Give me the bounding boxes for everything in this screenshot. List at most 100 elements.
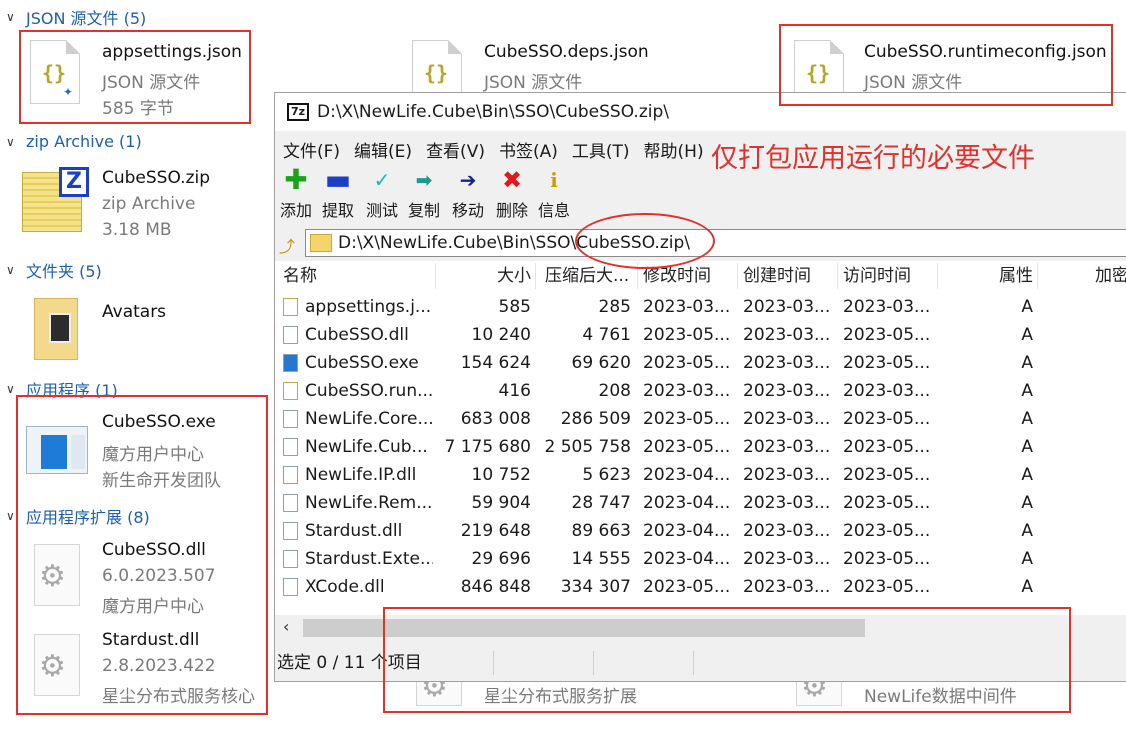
- table-row[interactable]: NewLife.Core... 683 008 286 509 2023-05... 2…: [275, 405, 1126, 433]
- up-folder-icon[interactable]: ⤴: [279, 233, 297, 256]
- cell-created: 2023-03...: [743, 493, 831, 513]
- info-button[interactable]: i 信息: [533, 167, 575, 221]
- group-header-folder[interactable]: ∨ 文件夹 (5): [6, 258, 102, 282]
- dll-file-icon: [283, 550, 298, 568]
- cell-encrypted: -: [1055, 517, 1126, 545]
- cell-attributes: A: [1021, 549, 1033, 569]
- table-row[interactable]: NewLife.IP.dll 10 752 5 623 2023-04... 2023-…: [275, 461, 1126, 489]
- table-row[interactable]: NewLife.Cub... 7 175 680 2 505 758 2023-05.…: [275, 433, 1126, 461]
- highlight-box-exe-dll: [16, 395, 268, 715]
- cell-size: 585: [498, 297, 531, 317]
- table-row[interactable]: XCode.dll 846 848 334 307 2023-05... 2023-03…: [275, 573, 1126, 601]
- table-row[interactable]: CubeSSO.run... 416 208 2023-03... 2023-03...…: [275, 377, 1126, 405]
- delete-button[interactable]: ✖ 删除: [491, 167, 533, 221]
- dll-file-icon: [283, 326, 298, 344]
- menu-view[interactable]: 查看(V): [426, 137, 485, 162]
- cell-name: NewLife.IP.dll: [305, 465, 417, 485]
- cell-created: 2023-03...: [743, 353, 831, 373]
- 7zip-app-icon: 7z: [287, 103, 309, 121]
- cell-modified: 2023-03...: [643, 381, 731, 401]
- cell-packed: 28 747: [571, 493, 631, 513]
- cell-accessed: 2023-05...: [843, 409, 931, 429]
- menu-help[interactable]: 帮助(H): [644, 137, 704, 162]
- annotation-text: 仅打包应用运行的必要文件: [711, 143, 1035, 174]
- cell-created: 2023-03...: [743, 549, 831, 569]
- test-button[interactable]: ✓ 测试: [361, 167, 403, 221]
- cell-modified: 2023-04...: [643, 493, 731, 513]
- cell-packed: 334 307: [560, 577, 631, 597]
- 7zip-window[interactable]: 7z D:\X\NewLife.Cube\Bin\SSO\CubeSSO.zip…: [274, 92, 1126, 682]
- file-type: JSON 源文件: [484, 73, 583, 93]
- table-row[interactable]: Stardust.dll 219 648 89 663 2023-04... 2023-…: [275, 517, 1126, 545]
- group-header-zip[interactable]: ∨ zip Archive (1): [6, 132, 142, 151]
- chevron-down-icon: ∨: [6, 263, 15, 277]
- column-header-encrypted[interactable]: 加密: [1095, 261, 1126, 291]
- cell-size: 416: [498, 381, 531, 401]
- column-header-accessed[interactable]: 访问时间: [843, 261, 911, 291]
- cell-size: 10 240: [471, 325, 531, 345]
- column-header-name[interactable]: 名称: [283, 261, 317, 291]
- table-row[interactable]: Stardust.Exte... 29 696 14 555 2023-04... 20…: [275, 545, 1126, 573]
- column-header-size[interactable]: 大小: [435, 261, 531, 291]
- cell-encrypted: -: [1055, 405, 1126, 433]
- cell-attributes: A: [1021, 297, 1033, 317]
- table-row[interactable]: CubeSSO.dll 10 240 4 761 2023-05... 2023-03.…: [275, 321, 1126, 349]
- json-file-icon: [283, 382, 298, 400]
- move-button[interactable]: ➔ 移动: [447, 167, 489, 221]
- zip-folder-icon: [310, 234, 332, 252]
- cell-name: XCode.dll: [305, 577, 385, 597]
- add-button[interactable]: ✚ 添加: [275, 166, 317, 221]
- cell-packed: 4 761: [582, 325, 631, 345]
- cell-packed: 2 505 758: [544, 437, 631, 457]
- column-header-created[interactable]: 创建时间: [743, 261, 811, 291]
- table-row[interactable]: NewLife.Rem... 59 904 28 747 2023-04... 2023…: [275, 489, 1126, 517]
- dll-file-icon: [283, 410, 298, 428]
- address-field[interactable]: D:\X\NewLife.Cube\Bin\SSO\CubeSSO.zip\: [305, 229, 1126, 257]
- cell-name: Stardust.dll: [305, 521, 403, 541]
- menu-edit[interactable]: 编辑(E): [354, 137, 412, 162]
- dll-file-icon: [283, 578, 298, 596]
- cell-size: 10 752: [471, 465, 531, 485]
- cell-created: 2023-03...: [743, 521, 831, 541]
- cell-attributes: A: [1021, 577, 1033, 597]
- zip-archive-icon: Z: [22, 167, 89, 232]
- cell-modified: 2023-04...: [643, 549, 731, 569]
- cell-accessed: 2023-05...: [843, 353, 931, 373]
- cell-encrypted: -: [1055, 545, 1126, 573]
- cell-modified: 2023-05...: [643, 353, 731, 373]
- menu-bookmarks[interactable]: 书签(A): [499, 137, 558, 162]
- delete-x-icon: ✖: [501, 166, 523, 194]
- file-list[interactable]: 名称 大小 压缩后大... 修改时间 创建时间 访问时间 属性 加密 appse…: [275, 261, 1126, 615]
- folder-name: Avatars: [102, 302, 167, 322]
- cell-size: 59 904: [471, 493, 531, 513]
- copy-button[interactable]: ➡ 复制: [403, 167, 445, 221]
- cell-packed: 89 663: [571, 521, 631, 541]
- cell-accessed: 2023-05...: [843, 437, 931, 457]
- menu-tools[interactable]: 工具(T): [572, 137, 630, 162]
- minus-icon: ▬: [324, 163, 352, 196]
- extract-button[interactable]: ▬ 提取: [317, 163, 359, 221]
- highlight-box-appsettings: [19, 30, 251, 124]
- group-header-json[interactable]: ∨ JSON 源文件 (5): [6, 5, 146, 29]
- cell-size: 219 648: [460, 521, 531, 541]
- menu-file[interactable]: 文件(F): [283, 137, 340, 162]
- cell-packed: 208: [598, 381, 631, 401]
- cell-attributes: A: [1021, 437, 1033, 457]
- cell-name: Stardust.Exte...: [305, 549, 433, 569]
- cell-attributes: A: [1021, 353, 1033, 373]
- cell-created: 2023-03...: [743, 465, 831, 485]
- scroll-left-icon[interactable]: ‹: [283, 617, 289, 636]
- file-size: 3.18 MB: [102, 220, 172, 240]
- cell-size: 154 624: [460, 353, 531, 373]
- dll-file-icon: [283, 494, 298, 512]
- table-row[interactable]: CubeSSO.exe 154 624 69 620 2023-05... 2023-0…: [275, 349, 1126, 377]
- column-header-attributes[interactable]: 属性: [937, 261, 1033, 291]
- group-label: 文件夹 (5): [26, 262, 102, 281]
- highlight-ellipse-zip: [575, 213, 715, 269]
- info-icon: i: [550, 168, 558, 192]
- cell-encrypted: -: [1055, 461, 1126, 489]
- cell-attributes: A: [1021, 325, 1033, 345]
- cell-encrypted: -: [1055, 293, 1126, 321]
- cell-attributes: A: [1021, 465, 1033, 485]
- table-row[interactable]: appsettings.j... 585 285 2023-03... 2023-03.…: [275, 293, 1126, 321]
